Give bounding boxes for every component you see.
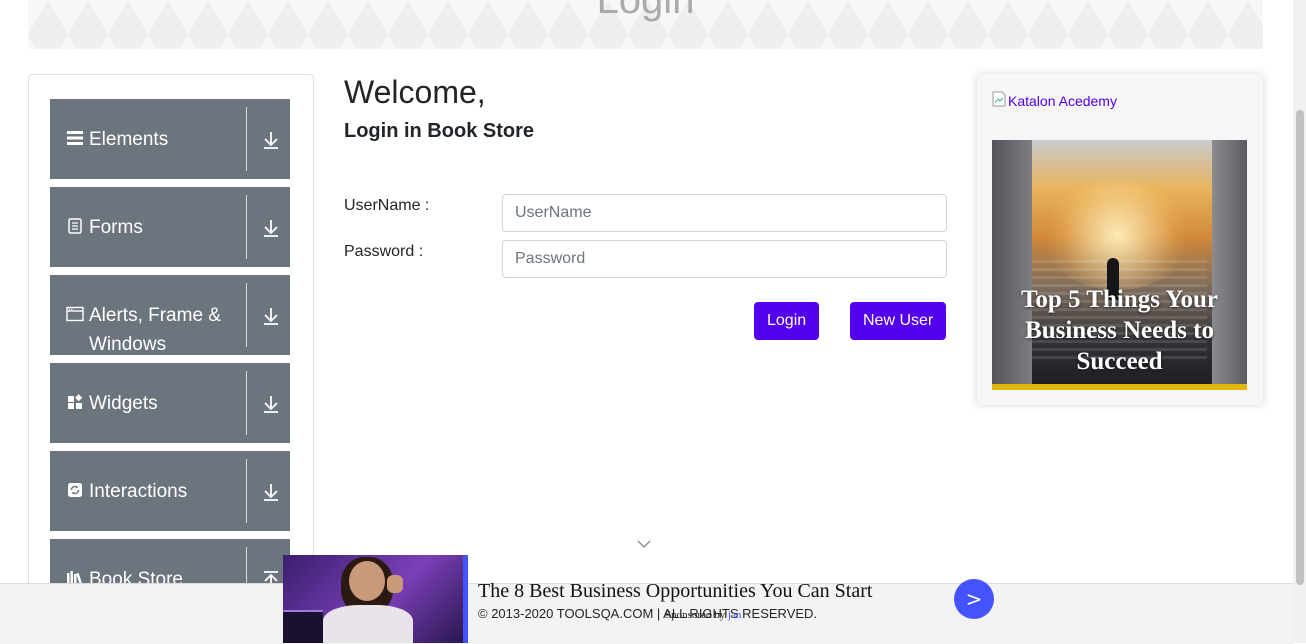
ad-accent-bar: [992, 384, 1247, 390]
new-user-button[interactable]: New User: [850, 302, 947, 340]
refresh-icon: [66, 481, 84, 499]
login-subtitle: Login in Book Store: [344, 120, 534, 142]
sponsor-name[interactable]: jan: [728, 609, 741, 621]
document-icon: [66, 217, 84, 235]
person-body-graphic: [323, 605, 413, 643]
ad-banner-image[interactable]: Top 5 Things Your Business Needs to Succ…: [992, 140, 1247, 390]
page-banner: Login: [28, 0, 1263, 49]
hamburger-icon: [66, 129, 84, 147]
divider: [246, 195, 247, 259]
sidebar: Elements Forms Alerts, Frame & Windows W…: [28, 74, 314, 635]
window-icon: [66, 305, 84, 323]
password-label: Password :: [344, 243, 424, 260]
arrow-down-icon[interactable]: [260, 217, 284, 241]
sidebar-group-label: Interactions: [89, 481, 188, 502]
bottom-ad[interactable]: The 8 Best Business Opportunities You Ca…: [283, 555, 1013, 643]
arrow-down-icon[interactable]: [260, 481, 284, 505]
sidebar-group-label: Elements: [89, 129, 169, 150]
person-face-graphic: [349, 561, 385, 601]
ad-thumbnail-image: [283, 555, 463, 643]
scrollbar-thumb[interactable]: [1296, 110, 1304, 585]
ad-accent-bar: [463, 555, 468, 643]
arrow-down-icon[interactable]: [260, 393, 284, 417]
sidebar-group-label: Widgets: [89, 393, 158, 414]
sidebar-group-label: Alerts, Frame & Windows: [89, 305, 221, 355]
sponsored-by-text: Sponsored by jan: [665, 609, 741, 621]
ad-panel: Katalon Acedemy Top 5 Things Your Busine…: [977, 74, 1263, 405]
katalon-ad-link[interactable]: Katalon Acedemy: [992, 91, 1117, 110]
sidebar-group-elements[interactable]: Elements: [50, 99, 290, 179]
ad-headline: Top 5 Things Your Business Needs to Succ…: [1020, 286, 1219, 375]
sponsored-prefix: Sponsored by: [665, 609, 726, 621]
sidebar-group-interactions[interactable]: Interactions: [50, 451, 290, 531]
sidebar-group-widgets[interactable]: Widgets: [50, 363, 290, 443]
arrow-down-icon[interactable]: [260, 129, 284, 153]
page-title: Login: [596, 0, 695, 22]
divider: [246, 459, 247, 523]
username-input[interactable]: [502, 194, 947, 232]
divider: [246, 107, 247, 171]
sidebar-group-alerts-frame-windows[interactable]: Alerts, Frame & Windows: [50, 275, 290, 355]
broken-image-icon: [992, 91, 1006, 110]
password-input[interactable]: [502, 240, 947, 278]
divider: [246, 371, 247, 435]
login-button[interactable]: Login: [754, 302, 820, 340]
divider: [246, 283, 247, 347]
bottom-ad-headline[interactable]: The 8 Best Business Opportunities You Ca…: [478, 580, 872, 603]
chevron-down-icon[interactable]: [636, 538, 652, 550]
welcome-heading: Welcome,: [344, 74, 486, 110]
widgets-icon: [66, 393, 84, 411]
arrow-down-icon[interactable]: [260, 305, 284, 329]
person-fist-graphic: [387, 575, 403, 593]
monitor-graphic: [283, 610, 323, 643]
sidebar-group-label: Forms: [89, 217, 143, 238]
username-label: UserName :: [344, 197, 430, 214]
ad-alt-text: Katalon Acedemy: [1008, 92, 1117, 109]
sidebar-group-forms[interactable]: Forms: [50, 187, 290, 267]
ad-go-button[interactable]: >: [954, 579, 994, 619]
